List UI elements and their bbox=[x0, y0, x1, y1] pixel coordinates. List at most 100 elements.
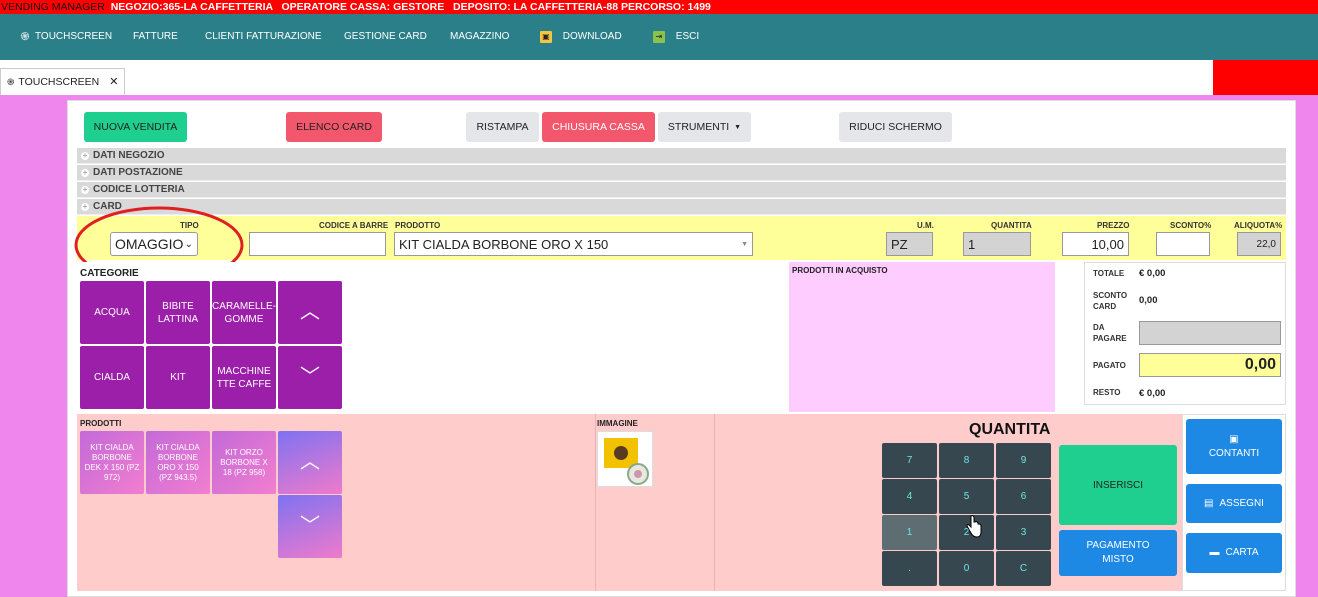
quantita-label: QUANTITA bbox=[991, 221, 1032, 230]
nav-esci-label: ESCI bbox=[675, 31, 700, 42]
barcode-input[interactable] bbox=[249, 232, 386, 256]
accordion-codice-lotteria[interactable]: + CODICE LOTTERIA bbox=[77, 182, 1286, 198]
key-4[interactable]: 4 bbox=[882, 479, 937, 514]
chevron-down-icon: ﹀ bbox=[300, 515, 320, 537]
category-kit[interactable]: KIT bbox=[146, 346, 210, 409]
key-3[interactable]: 3 bbox=[996, 515, 1051, 550]
chevron-up-icon: ︿ bbox=[300, 451, 320, 473]
totale-label: TOTALE bbox=[1093, 269, 1125, 278]
resto-value: € 0,00 bbox=[1139, 388, 1166, 399]
aliquota-label: ALIQUOTA% bbox=[1234, 221, 1283, 230]
expand-icon: + bbox=[81, 150, 89, 160]
nav-fatture[interactable]: FATTURE bbox=[133, 14, 178, 60]
fingerprint-icon: ֍ bbox=[20, 31, 30, 43]
product-tile[interactable]: KIT CIALDA BORBONE ORO X 150 (PZ 943.5) bbox=[146, 431, 210, 494]
acquisto-area bbox=[789, 262, 1055, 412]
cash-icon: ▣ bbox=[1229, 433, 1239, 445]
um-field: PZ bbox=[886, 232, 933, 256]
chiusura-cassa-button[interactable]: CHIUSURA CASSA bbox=[542, 112, 655, 142]
carta-button[interactable]: ▬ CARTA bbox=[1186, 533, 1282, 573]
aliquota-field: 22,0 bbox=[1237, 232, 1281, 256]
categorie-title: CATEGORIE bbox=[80, 268, 139, 279]
category-acqua[interactable]: ACQUA bbox=[80, 281, 144, 344]
contanti-label: CONTANTI bbox=[1208, 447, 1260, 459]
accordion-label: CODICE LOTTERIA bbox=[93, 183, 185, 195]
status-bar: VENDING MANAGER NEGOZIO:365-LA CAFFETTER… bbox=[0, 0, 1318, 14]
pointer-cursor-icon bbox=[966, 515, 982, 538]
pagamento-misto-button[interactable]: PAGAMENTO MISTO bbox=[1059, 530, 1177, 576]
quantita-field: 1 bbox=[963, 232, 1031, 256]
scroll-up-button[interactable]: ︿ bbox=[278, 281, 342, 344]
key-6[interactable]: 6 bbox=[996, 479, 1051, 514]
close-icon[interactable]: ✕ bbox=[109, 69, 118, 95]
nav-fatture-label: FATTURE bbox=[133, 31, 178, 42]
prezzo-input[interactable]: 10,00 bbox=[1062, 232, 1129, 256]
um-label: U.M. bbox=[917, 221, 934, 230]
keypad-title: QUANTITA bbox=[969, 421, 1051, 438]
product-tile[interactable]: KIT CIALDA BORBONE DEK X 150 (PZ 972) bbox=[80, 431, 144, 494]
accordion-dati-negozio[interactable]: + DATI NEGOZIO bbox=[77, 148, 1286, 164]
assegni-label: ASSEGNI bbox=[1219, 497, 1264, 509]
accordion-card[interactable]: + CARD bbox=[77, 199, 1286, 215]
nav-clienti-label: CLIENTI FATTURAZIONE bbox=[205, 31, 322, 42]
carta-label: CARTA bbox=[1225, 547, 1259, 558]
chevron-up-icon: ︿ bbox=[300, 301, 320, 323]
category-cialda[interactable]: CIALDA bbox=[80, 346, 144, 409]
key-1[interactable]: 1 bbox=[882, 515, 937, 550]
scroll-down-button[interactable]: ﹀ bbox=[278, 346, 342, 409]
product-scroll-up-button[interactable]: ︿ bbox=[278, 431, 342, 494]
key-clear[interactable]: C bbox=[996, 551, 1051, 586]
pagato-input[interactable]: 0,00 bbox=[1139, 353, 1281, 377]
ristampa-button[interactable]: RISTAMPA bbox=[466, 112, 539, 142]
key-dot[interactable]: . bbox=[882, 551, 937, 586]
pagato-label: PAGATO bbox=[1093, 361, 1126, 370]
acquisto-title: PRODOTTI IN ACQUISTO bbox=[792, 266, 888, 275]
nav-magazzino[interactable]: MAGAZZINO bbox=[450, 14, 509, 60]
nav-magazzino-label: MAGAZZINO bbox=[450, 31, 510, 42]
nav-clienti[interactable]: CLIENTI FATTURAZIONE bbox=[205, 14, 322, 60]
accordion-label: DATI NEGOZIO bbox=[93, 149, 165, 161]
red-indicator bbox=[1213, 60, 1318, 95]
nav-esci[interactable]: ⇥ ESCI bbox=[653, 14, 699, 60]
key-0[interactable]: 0 bbox=[939, 551, 994, 586]
resto-label: RESTO bbox=[1093, 388, 1121, 397]
sconto-card-value: 0,00 bbox=[1139, 295, 1158, 306]
category-bibite[interactable]: BIBITE LATTINA bbox=[146, 281, 210, 344]
nav-download-label: DOWNLOAD bbox=[562, 31, 622, 42]
key-7[interactable]: 7 bbox=[882, 443, 937, 478]
prodotti-title: PRODOTTI bbox=[80, 419, 122, 428]
tab-touchscreen[interactable]: ֍ TOUCHSCREEN ✕ bbox=[0, 68, 126, 95]
key-9[interactable]: 9 bbox=[996, 443, 1051, 478]
strumenti-dropdown[interactable]: STRUMENTI ▼ bbox=[658, 112, 751, 142]
nav-touchscreen-label: TOUCHSCREEN bbox=[35, 31, 113, 42]
status-deposito: DEPOSITO: LA CAFFETTERIA-88 PERCORSO: 14… bbox=[453, 1, 711, 13]
tab-label: TOUCHSCREEN bbox=[18, 76, 100, 88]
check-icon: ▤ bbox=[1204, 497, 1214, 509]
assegni-button[interactable]: ▤ ASSEGNI bbox=[1186, 484, 1282, 523]
immagine-title: IMMAGINE bbox=[597, 419, 638, 428]
key-5[interactable]: 5 bbox=[939, 479, 994, 514]
sconto-card-label: SCONTO CARD bbox=[1093, 291, 1128, 311]
sconto-label: SCONTO% bbox=[1170, 221, 1212, 230]
category-caramelle[interactable]: CARAMELLE-GOMME bbox=[212, 281, 276, 344]
contanti-button[interactable]: ▣ CONTANTI bbox=[1186, 419, 1282, 474]
riduci-schermo-button[interactable]: RIDUCI SCHERMO bbox=[839, 112, 952, 142]
category-macchinette[interactable]: MACCHINETTE CAFFE bbox=[212, 346, 276, 409]
sconto-input[interactable] bbox=[1156, 232, 1210, 256]
app-name: VENDING MANAGER bbox=[1, 1, 105, 13]
key-8[interactable]: 8 bbox=[939, 443, 994, 478]
nav-touchscreen[interactable]: ֍ TOUCHSCREEN bbox=[19, 14, 113, 60]
product-tile[interactable]: KIT ORZO BORBONE X 18 (PZ 958) bbox=[212, 431, 276, 494]
product-scroll-down-button[interactable]: ﹀ bbox=[278, 495, 342, 558]
nav-card[interactable]: GESTIONE CARD bbox=[344, 14, 427, 60]
prodotto-select[interactable]: KIT CIALDA BORBONE ORO X 150 ▼ bbox=[394, 232, 753, 256]
strumenti-label: STRUMENTI bbox=[667, 121, 730, 133]
caret-down-icon: ▼ bbox=[741, 240, 748, 248]
prodotto-value: KIT CIALDA BORBONE ORO X 150 bbox=[399, 236, 609, 252]
elenco-card-button[interactable]: ELENCO CARD bbox=[286, 112, 382, 142]
inserisci-button[interactable]: INSERISCI bbox=[1059, 445, 1177, 525]
accordion-dati-postazione[interactable]: + DATI POSTAZIONE bbox=[77, 165, 1286, 181]
nav-download[interactable]: ▣ DOWNLOAD bbox=[540, 14, 622, 60]
da-pagare-field bbox=[1139, 321, 1281, 345]
nuova-vendita-button[interactable]: NUOVA VENDITA bbox=[84, 112, 187, 142]
